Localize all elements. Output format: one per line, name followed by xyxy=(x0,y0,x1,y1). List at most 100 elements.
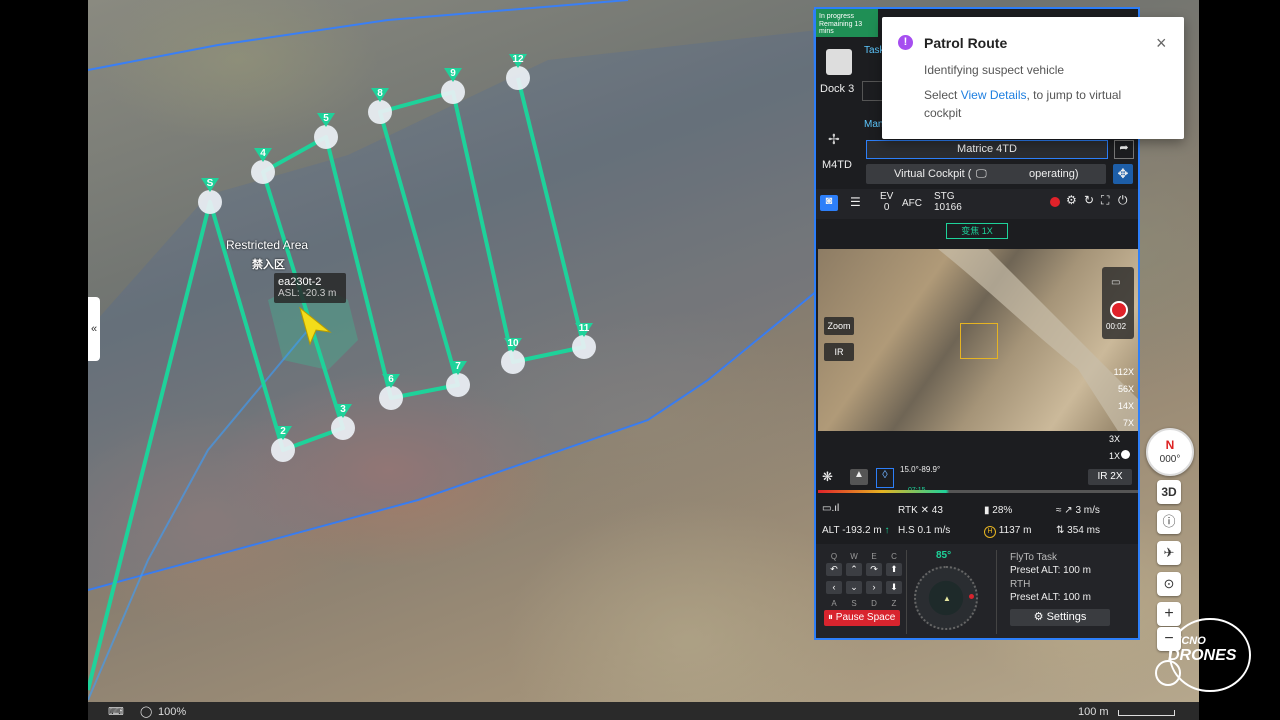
mode-label: Man xyxy=(864,119,884,130)
divider xyxy=(996,550,997,634)
fullscreen-icon[interactable]: ⛶ xyxy=(1101,193,1109,208)
right-key[interactable]: › xyxy=(866,581,882,594)
waypoint-8[interactable]: 8 xyxy=(368,88,392,124)
ascend-key[interactable]: ⬆ xyxy=(886,563,902,576)
waypoint-5[interactable]: 5 xyxy=(314,113,338,149)
aircraft-model-field[interactable]: Matrice 4TD xyxy=(866,140,1108,159)
target-box[interactable] xyxy=(960,323,998,359)
waypoint-10[interactable]: 10 xyxy=(501,338,525,374)
rtk-label: RTK xyxy=(898,505,918,516)
power-icon[interactable]: ⏻ xyxy=(1118,193,1128,208)
record-stop-button[interactable] xyxy=(1110,301,1128,319)
toast-title: Patrol Route xyxy=(924,35,1008,51)
home-icon: H xyxy=(984,526,996,538)
video-icon[interactable]: ▭ xyxy=(1111,277,1120,288)
zoom-slider-thumb[interactable] xyxy=(1121,450,1130,459)
refresh-icon[interactable]: ↻ xyxy=(1084,193,1094,207)
ev-value: 0 xyxy=(883,202,890,213)
collapse-sidebar-button[interactable]: « xyxy=(88,297,100,361)
gear-icon[interactable]: ⚙ xyxy=(1066,193,1077,207)
gimbal-angles: 15.0°-89.9° xyxy=(900,465,941,474)
rth-label: RTH xyxy=(1010,579,1031,590)
pause-button-label: Pause Space xyxy=(835,612,896,623)
storage-readout: STG 10166 xyxy=(934,191,962,213)
pause-icon: ⏸ xyxy=(828,612,833,623)
waypoint-9[interactable]: 9 xyxy=(441,68,465,104)
battery-percent: 28% xyxy=(992,505,1013,516)
back-key[interactable]: ⌄ xyxy=(846,581,862,594)
zoom-level-112x[interactable]: 112X xyxy=(1114,367,1134,377)
locate-icon[interactable]: ⊙ xyxy=(1157,572,1181,596)
key-label-q: Q xyxy=(830,552,838,561)
rotate-left-key[interactable]: ↶ xyxy=(826,563,842,576)
monitor-icon: 🖵 xyxy=(976,168,987,180)
waypoint-6[interactable]: 6 xyxy=(379,374,403,410)
share-icon[interactable]: ➦ xyxy=(1114,140,1134,159)
keyboard-icon[interactable]: ⌨ xyxy=(108,705,124,718)
zoom-level-56x[interactable]: 56X xyxy=(1118,384,1134,394)
waypoint-2[interactable]: 2 xyxy=(271,426,295,462)
zoom-level-7x[interactable]: 7X xyxy=(1123,418,1134,428)
brand-logo: ECNO DRONES xyxy=(1150,615,1254,693)
descend-key[interactable]: ⬇ xyxy=(886,581,902,594)
altitude-value: ALT -193.2 m xyxy=(822,525,882,536)
key-label-w: W xyxy=(850,552,858,561)
aircraft-label: M4TD xyxy=(822,159,852,171)
3d-toggle-button[interactable]: 3D xyxy=(1157,480,1181,504)
camera-feed[interactable]: Zoom IR ▭ 00:02 112X 56X 14X 7X xyxy=(818,249,1138,431)
altitude-readout: ALT -193.2 m ↑ xyxy=(822,525,889,536)
view-details-link[interactable]: View Details xyxy=(961,88,1027,102)
waypoint-7[interactable]: 7 xyxy=(446,361,470,397)
restricted-area-label: Restricted Area xyxy=(226,238,309,252)
zoom-level-1x[interactable]: 1X xyxy=(1109,451,1120,461)
storage-value: 10166 xyxy=(934,202,962,213)
ir-mode-button[interactable]: IR xyxy=(824,343,854,361)
camera-icon[interactable]: ◙ xyxy=(820,195,838,211)
ev-readout: EV 0 xyxy=(880,191,893,213)
gimbal-lock-icon[interactable]: ◊ xyxy=(876,468,894,488)
pause-button[interactable]: ⏸ Pause Space xyxy=(824,610,900,626)
virtual-cockpit-button[interactable]: Virtual Cockpit ( 🖵 operating) xyxy=(866,164,1106,184)
zoom-mode-button[interactable]: Zoom xyxy=(824,317,854,335)
info-icon[interactable]: ⓘ xyxy=(1157,510,1181,534)
waypoint-start[interactable]: S xyxy=(198,178,222,214)
waypoint-3[interactable]: 3 xyxy=(331,404,355,440)
compass-widget[interactable]: N 000° xyxy=(1146,428,1194,476)
waypoint-12[interactable]: 12 xyxy=(506,54,530,90)
waypoint-4[interactable]: 4 xyxy=(251,148,275,184)
dock-icon xyxy=(826,49,852,75)
dock-label: Dock 3 xyxy=(820,83,855,95)
home-distance-readout: H 1137 m xyxy=(984,525,1031,538)
toast-message: Identifying suspect vehicle xyxy=(924,63,1065,77)
map-scale-bar xyxy=(1118,710,1175,716)
airplane-icon[interactable]: ✈ xyxy=(1157,541,1181,565)
settings-button[interactable]: ⚙ Settings xyxy=(1010,609,1110,626)
drone-icon: ✢ xyxy=(828,131,840,147)
gear-icon: ⚙ xyxy=(1033,611,1044,623)
attitude-indicator: ▲ xyxy=(914,566,978,630)
settings-sliders-icon[interactable]: ☰ xyxy=(850,195,861,209)
cockpit-drone-icon[interactable]: ✥ xyxy=(1113,164,1133,184)
operating-label: operating) xyxy=(1029,168,1079,180)
rth-preset-alt: Preset ALT: 100 m xyxy=(1010,592,1091,603)
key-label-s: S xyxy=(851,599,857,608)
zoom-level-3x[interactable]: 3X xyxy=(1109,434,1120,444)
altitude-up-icon: ↑ xyxy=(884,525,890,536)
left-key[interactable]: ‹ xyxy=(826,581,842,594)
map-zoom-percent: 100% xyxy=(158,706,187,718)
key-label-a: A xyxy=(831,599,837,608)
forward-key[interactable]: ⌃ xyxy=(846,563,862,576)
snowflake-icon[interactable]: ❋ xyxy=(822,469,833,485)
ir-zoom-button[interactable]: IR 2X xyxy=(1088,469,1132,485)
heading-marker xyxy=(969,594,974,599)
rotate-right-key[interactable]: ↷ xyxy=(866,563,882,576)
image-mode-icon[interactable]: ▲ xyxy=(850,469,868,485)
close-icon[interactable]: × xyxy=(1156,33,1167,54)
zoom-level-14x[interactable]: 14X xyxy=(1118,401,1134,411)
record-icon[interactable] xyxy=(1050,197,1060,207)
afc-label[interactable]: AFC xyxy=(902,198,922,209)
horizontal-speed: H.S 0.1 m/s xyxy=(898,525,951,536)
lens-mode-indicator[interactable]: 变焦 1X xyxy=(946,223,1008,239)
waypoint-11[interactable]: 11 xyxy=(572,323,596,359)
aircraft-arrow-icon[interactable] xyxy=(296,306,334,346)
